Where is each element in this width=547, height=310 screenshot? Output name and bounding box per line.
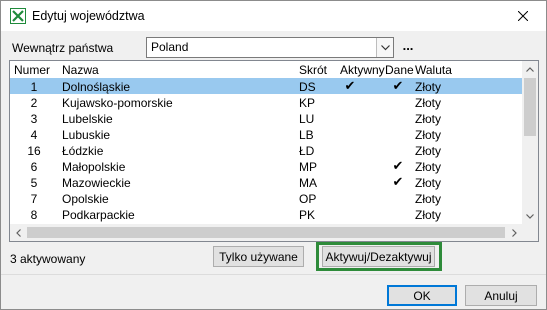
activate-deactivate-button[interactable]: Aktywuj/Dezaktywuj	[322, 246, 435, 267]
row-name: Kujawsko-pomorskie	[62, 96, 173, 110]
chevron-up-icon	[526, 66, 534, 72]
country-select[interactable]: Poland	[146, 37, 394, 58]
row-name: Mazowieckie	[62, 176, 131, 190]
chevron-down-icon	[380, 44, 390, 50]
row-currency: Złoty	[415, 128, 442, 142]
chevron-right-icon	[511, 228, 517, 237]
list-rows: 1 Dolnośląskie DS ✔ ✔ Złoty 2 Kujawsko-pomorski…	[10, 78, 522, 222]
row-currency: Złoty	[415, 192, 442, 206]
close-button[interactable]	[500, 1, 546, 31]
dialog-window: Edytuj województwa Wewnątrz państwa Pola…	[0, 0, 547, 310]
row-data-check: ✔	[392, 158, 404, 173]
row-number: 5	[30, 176, 38, 190]
row-abbr: MA	[299, 176, 317, 190]
row-name: Lubelskie	[62, 112, 113, 126]
row-currency: Złoty	[415, 144, 442, 158]
row-active-check: ✔	[344, 78, 356, 93]
column-header-active[interactable]: Aktywny	[340, 63, 385, 77]
row-name: Podkarpackie	[62, 208, 135, 222]
row-currency: Złoty	[415, 112, 442, 126]
row-abbr: MP	[299, 160, 317, 174]
table-row[interactable]: 1 Dolnośląskie DS ✔ ✔ Złoty	[10, 78, 522, 94]
row-number: 3	[30, 112, 38, 126]
table-row[interactable]: 4 Lubuskie LB Złoty	[10, 126, 522, 142]
row-number: 16	[27, 144, 41, 158]
table-row[interactable]: 16 Łódzkie ŁD Złoty	[10, 142, 522, 158]
column-header-data[interactable]: Dane	[385, 63, 414, 77]
close-icon	[518, 11, 528, 21]
row-name: Lubuskie	[62, 128, 111, 142]
row-data-check: ✔	[392, 78, 404, 93]
row-abbr: LU	[299, 112, 315, 126]
dropdown-arrow[interactable]	[376, 38, 393, 57]
column-header-abbr[interactable]: Skrót	[299, 63, 327, 77]
row-number: 1	[30, 80, 38, 94]
scroll-right-button[interactable]	[506, 224, 522, 241]
row-name: Opolskie	[62, 192, 109, 206]
row-abbr: PK	[299, 208, 316, 222]
row-abbr: DS	[299, 80, 316, 94]
ok-button[interactable]: OK	[387, 285, 457, 306]
row-abbr: LB	[299, 128, 314, 142]
list-header: Numer Nazwa Skrót Aktywny Dane Waluta	[10, 61, 522, 78]
column-header-currency[interactable]: Waluta	[415, 63, 452, 77]
row-abbr: ŁD	[299, 144, 315, 158]
table-row[interactable]: 7 Opolskie OP Złoty	[10, 190, 522, 206]
table-row[interactable]: 5 Mazowieckie MA ✔ Złoty	[10, 174, 522, 190]
row-currency: Złoty	[415, 80, 442, 94]
row-number: 6	[30, 160, 38, 174]
table-row[interactable]: 3 Lubelskie LU Złoty	[10, 110, 522, 126]
scroll-left-button[interactable]	[10, 224, 26, 241]
column-header-number[interactable]: Numer	[14, 63, 50, 77]
scroll-up-button[interactable]	[522, 61, 538, 77]
row-number: 2	[30, 96, 38, 110]
excel-x-icon	[10, 8, 26, 24]
row-name: Łódzkie	[62, 144, 104, 158]
table-row[interactable]: 8 Podkarpackie PK Złoty	[10, 206, 522, 222]
table-row[interactable]: 6 Małopolskie MP ✔ Złoty	[10, 158, 522, 174]
row-currency: Złoty	[415, 160, 442, 174]
more-button[interactable]: ...	[399, 37, 417, 57]
scroll-down-button[interactable]	[522, 208, 538, 224]
chevron-left-icon	[15, 228, 21, 237]
only-used-button[interactable]: Tylko używane	[213, 246, 304, 267]
row-currency: Złoty	[415, 208, 442, 222]
row-number: 4	[30, 128, 38, 142]
row-number: 8	[30, 208, 38, 222]
horizontal-scroll-thumb[interactable]	[27, 227, 505, 238]
country-filter-label: Wewnątrz państwa	[12, 41, 114, 55]
regions-list[interactable]: Numer Nazwa Skrót Aktywny Dane Waluta 1 D…	[9, 60, 539, 242]
row-abbr: OP	[299, 192, 317, 206]
horizontal-scrollbar[interactable]	[10, 224, 522, 241]
table-row[interactable]: 2 Kujawsko-pomorskie KP Złoty	[10, 94, 522, 110]
footer-divider	[1, 274, 546, 275]
vertical-scrollbar[interactable]	[522, 61, 538, 224]
row-number: 7	[30, 192, 38, 206]
row-name: Małopolskie	[62, 160, 126, 174]
vertical-scroll-thumb[interactable]	[524, 78, 536, 136]
row-data-check: ✔	[392, 174, 404, 189]
window-title: Edytuj województwa	[32, 9, 145, 23]
row-abbr: KP	[299, 96, 316, 110]
activated-count: 3 aktywowany	[10, 252, 86, 266]
scrollbar-corner	[522, 224, 538, 241]
title-bar: Edytuj województwa	[1, 1, 546, 31]
cancel-button[interactable]: Anuluj	[465, 285, 537, 306]
chevron-down-icon	[526, 213, 534, 219]
row-currency: Złoty	[415, 176, 442, 190]
country-select-value: Poland	[151, 40, 189, 54]
row-currency: Złoty	[415, 96, 442, 110]
row-name: Dolnośląskie	[62, 80, 131, 94]
column-header-name[interactable]: Nazwa	[62, 63, 99, 77]
